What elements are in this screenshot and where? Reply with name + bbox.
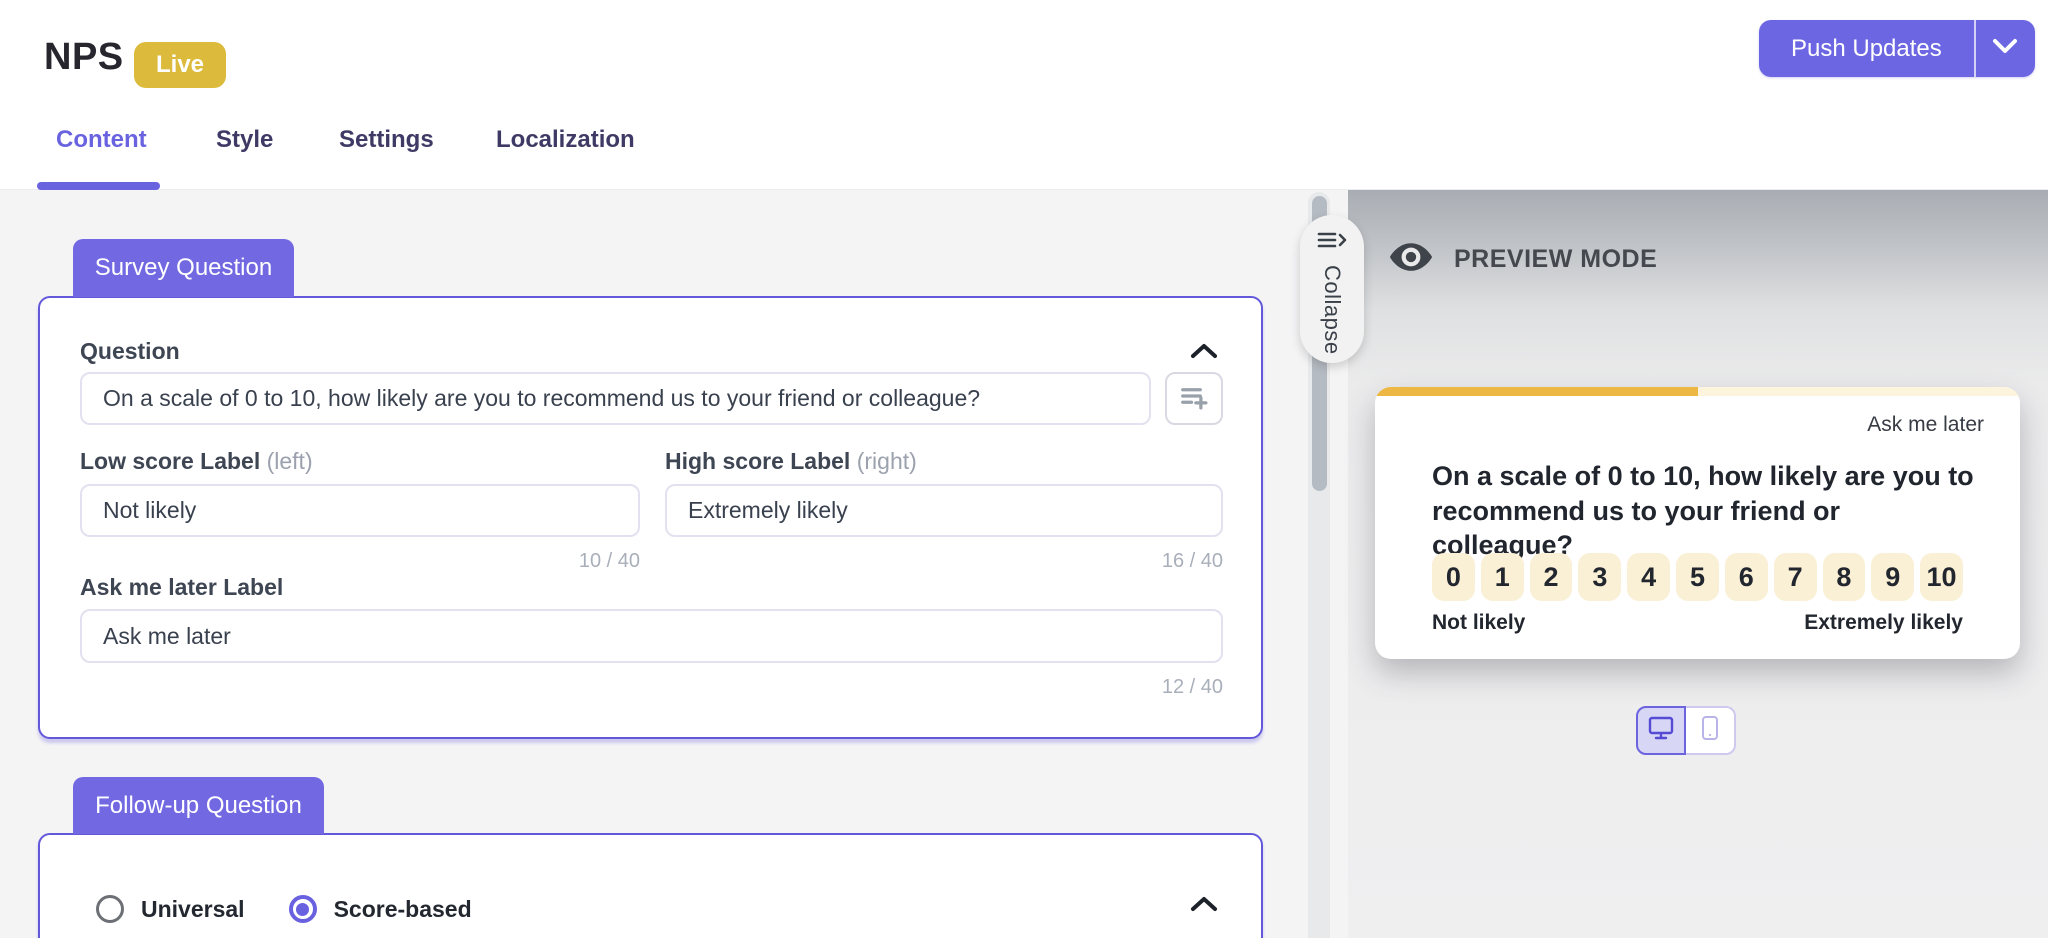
high-score-label-text: High score Label (665, 448, 850, 474)
app-header: NPS Live Push Updates Content Style Sett… (0, 0, 2048, 190)
high-score-hint: (right) (857, 448, 917, 474)
desktop-icon (1647, 715, 1675, 746)
radio-label: Universal (141, 896, 245, 923)
score-button-8[interactable]: 8 (1823, 553, 1866, 601)
score-button-0[interactable]: 0 (1432, 553, 1475, 601)
high-score-label: High score Label (right) (665, 448, 917, 475)
device-toggle (1636, 706, 1736, 755)
nps-preview-card: Ask me later On a scale of 0 to 10, how … (1375, 387, 2020, 659)
ask-me-later-input[interactable] (80, 609, 1223, 663)
page-title: NPS (44, 36, 124, 79)
score-button-2[interactable]: 2 (1530, 553, 1573, 601)
desktop-preview-button[interactable] (1636, 706, 1686, 755)
low-score-hint: (left) (267, 448, 313, 474)
status-badge: Live (134, 42, 226, 88)
low-score-input[interactable] (80, 484, 640, 537)
score-button-3[interactable]: 3 (1578, 553, 1621, 601)
score-button-6[interactable]: 6 (1725, 553, 1768, 601)
score-button-9[interactable]: 9 (1871, 553, 1914, 601)
high-score-input[interactable] (665, 484, 1223, 537)
push-updates-split-button: Push Updates (1759, 20, 2035, 77)
radio-option-universal[interactable]: Universal (96, 895, 245, 923)
push-updates-dropdown-button[interactable] (1976, 20, 2035, 77)
tab-localization[interactable]: Localization (496, 126, 635, 154)
score-button-1[interactable]: 1 (1481, 553, 1524, 601)
score-button-4[interactable]: 4 (1627, 553, 1670, 601)
preview-score-row: 0 1 2 3 4 5 6 7 8 9 10 (1432, 553, 1963, 601)
active-tab-underline (37, 182, 160, 190)
add-variant-button[interactable] (1165, 372, 1223, 425)
tab-style[interactable]: Style (216, 126, 273, 154)
followup-question-card: Universal Score-based (38, 833, 1263, 938)
radio-option-score-based[interactable]: Score-based (289, 895, 472, 923)
preview-high-label: Extremely likely (1804, 611, 1963, 635)
survey-question-card-tab[interactable]: Survey Question (73, 239, 294, 297)
low-score-counter: 10 / 40 (80, 550, 640, 573)
preview-progress-track (1375, 387, 2020, 396)
preview-ask-me-later-link[interactable]: Ask me later (1867, 413, 1984, 437)
preview-scale-labels: Not likely Extremely likely (1432, 611, 1963, 635)
score-button-10[interactable]: 10 (1920, 553, 1963, 601)
score-button-7[interactable]: 7 (1774, 553, 1817, 601)
chevron-down-icon (1992, 38, 2018, 59)
followup-type-radio-group: Universal Score-based (96, 895, 472, 923)
preview-mode-header: PREVIEW MODE (1388, 234, 1657, 285)
collapse-label: Collapse (1319, 265, 1345, 355)
score-button-5[interactable]: 5 (1676, 553, 1719, 601)
collapse-section-icon[interactable] (1190, 342, 1218, 360)
ask-me-later-counter: 12 / 40 (80, 676, 1223, 699)
preview-progress-fill (1375, 387, 1698, 396)
collapse-preview-button[interactable]: Collapse (1300, 215, 1364, 363)
playlist-add-icon (1179, 381, 1209, 416)
radio-unselected-icon[interactable] (96, 895, 124, 923)
tab-content[interactable]: Content (56, 126, 147, 154)
preview-panel: PREVIEW MODE Ask me later On a scale of … (1348, 190, 2048, 938)
collapse-section-icon[interactable] (1190, 895, 1218, 913)
tab-settings[interactable]: Settings (339, 126, 434, 154)
survey-question-card: Question Low score Label (le (38, 296, 1263, 739)
low-score-label: Low score Label (left) (80, 448, 313, 475)
push-updates-button[interactable]: Push Updates (1759, 20, 1976, 77)
mobile-preview-button[interactable] (1686, 706, 1736, 755)
eye-icon (1388, 234, 1434, 285)
radio-label: Score-based (334, 896, 472, 923)
ask-me-later-label: Ask me later Label (80, 574, 283, 601)
preview-low-label: Not likely (1432, 611, 1525, 635)
preview-question-text: On a scale of 0 to 10, how likely are yo… (1432, 459, 1980, 563)
mobile-icon (1701, 715, 1719, 746)
high-score-counter: 16 / 40 (665, 550, 1223, 573)
collapse-panel-icon (1316, 230, 1348, 257)
radio-selected-icon[interactable] (289, 895, 317, 923)
followup-question-card-tab[interactable]: Follow-up Question (73, 777, 324, 834)
low-score-label-text: Low score Label (80, 448, 260, 474)
question-label: Question (80, 338, 180, 365)
nps-editor-page: NPS Live Push Updates Content Style Sett… (0, 0, 2048, 938)
preview-mode-label: PREVIEW MODE (1454, 245, 1657, 274)
question-input[interactable] (80, 372, 1151, 425)
